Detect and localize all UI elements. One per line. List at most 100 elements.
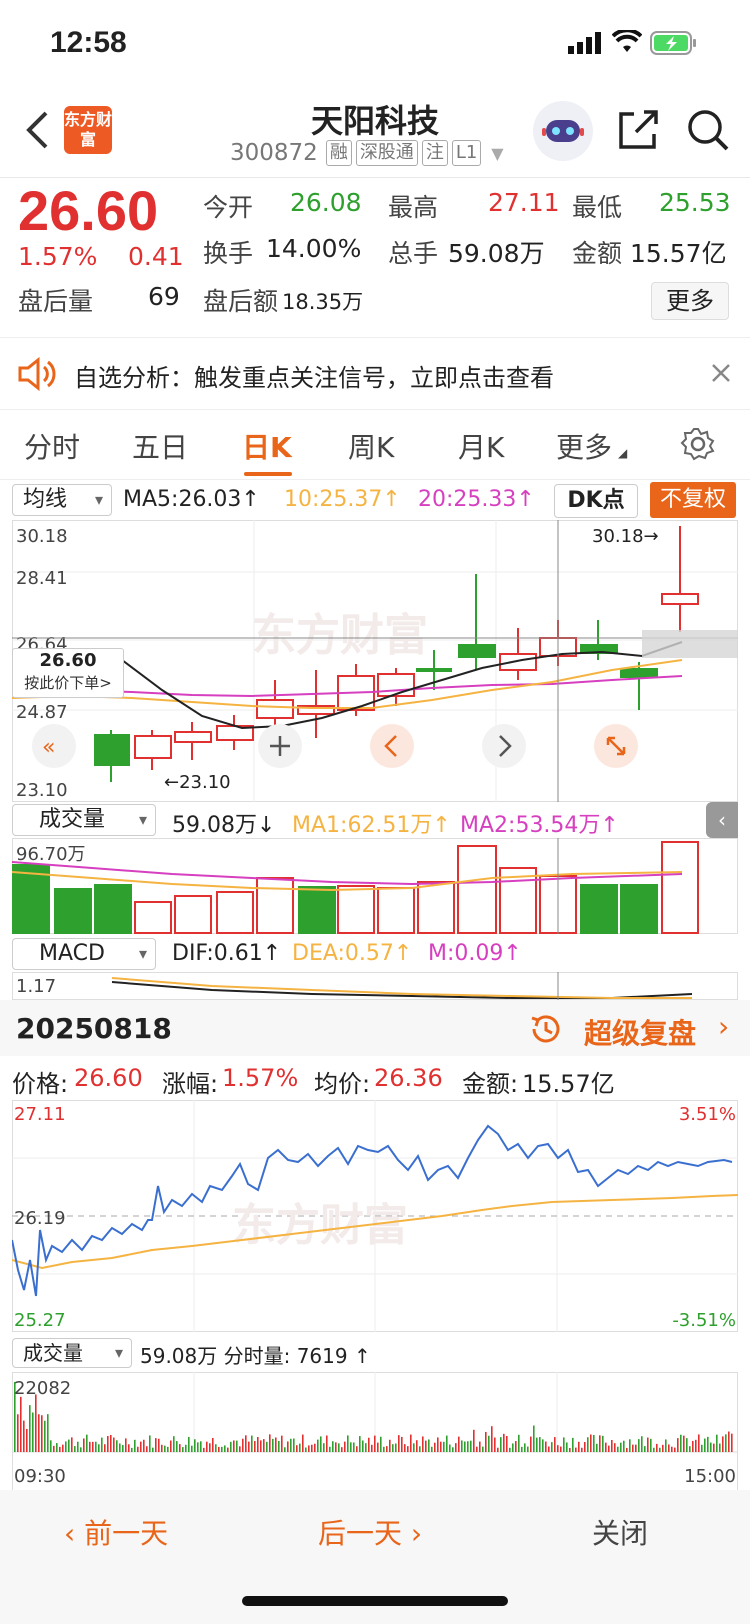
volume-bar: [140, 1441, 142, 1452]
volume-bar: [623, 1440, 625, 1452]
volume-bar: [197, 1442, 199, 1452]
change-percent: 1.57%: [18, 242, 98, 271]
volume-bar: [689, 1446, 691, 1452]
volume-bar: [680, 1434, 682, 1452]
volume-bar: [671, 1446, 673, 1452]
volume-bar: [314, 1443, 316, 1452]
notice-bar[interactable]: 自选分析：触发重点关注信号，立即点击查看: [0, 338, 750, 410]
tab-more[interactable]: 更多: [556, 426, 612, 466]
volume-bar: [728, 1431, 730, 1452]
volume-bar: [503, 1433, 505, 1452]
tag-margin: 融: [325, 140, 352, 166]
volume-bar: [281, 1435, 283, 1452]
robot-assistant-icon[interactable]: [532, 100, 594, 162]
volume-bar: [29, 1405, 31, 1452]
close-button[interactable]: 关闭: [592, 1512, 648, 1552]
next-day-button[interactable]: 后一天 ›: [318, 1512, 422, 1552]
no-adjust-button[interactable]: 不复权: [650, 482, 736, 518]
next-candle-button[interactable]: [482, 724, 526, 768]
order-at-price-tooltip[interactable]: 26.60 按此价下单>: [12, 648, 124, 698]
volume-bar: [470, 1440, 472, 1452]
volume-bar: [332, 1441, 334, 1452]
change-amount: 0.41: [128, 242, 184, 271]
volume-bar: [221, 1446, 223, 1452]
volume-bar: [668, 1444, 670, 1452]
volume-bar: [65, 1441, 67, 1452]
tab-five-day[interactable]: 五日: [132, 426, 188, 466]
candle: [416, 668, 452, 672]
volume-bar: [410, 1434, 412, 1452]
dk-point-button[interactable]: DK点: [554, 484, 638, 518]
volume-bar: [110, 1435, 112, 1452]
candle: [134, 735, 172, 759]
candle: [174, 731, 212, 743]
volume-bar: [605, 1442, 607, 1452]
volume-bar: [656, 1443, 658, 1452]
volume-bar: [287, 1441, 289, 1452]
volume-bar: [125, 1438, 127, 1452]
volume-bar: [449, 1444, 451, 1452]
volume-bar: [209, 1443, 211, 1452]
volume-select[interactable]: 成交量: [12, 804, 156, 836]
tab-week-k[interactable]: 周K: [348, 426, 394, 466]
volume-bar: [188, 1436, 190, 1452]
volume-bar: [254, 1441, 256, 1452]
volume-bar: [518, 1434, 520, 1452]
more-button[interactable]: 更多: [651, 282, 729, 320]
after-amount-label: 盘后额: [203, 287, 279, 316]
after-amount: 18.35万: [282, 290, 364, 314]
chevron-down-icon[interactable]: ▼: [491, 144, 503, 163]
intraday-chart[interactable]: 东方财富 27.11 26.19 25.27 3.51% -3.51%: [12, 1100, 738, 1332]
volume-bar: [107, 1435, 109, 1452]
tab-intraday[interactable]: 分时: [24, 426, 80, 466]
volume-bar: [452, 1447, 454, 1452]
volume-bar: [104, 1444, 106, 1452]
search-icon[interactable]: [686, 108, 730, 152]
volume-bar: [242, 1438, 244, 1452]
volume-bar: [638, 1439, 640, 1452]
chg-label: 涨幅:: [162, 1070, 219, 1098]
volume-bar: [323, 1443, 325, 1452]
high-label: 最高: [388, 193, 439, 222]
candle: [94, 734, 130, 766]
ma-select[interactable]: 均线: [12, 484, 112, 516]
volume-bar: [14, 1382, 16, 1452]
open-value: 26.08: [290, 188, 362, 217]
volume-bar: [329, 1446, 331, 1452]
ma10-legend: 10:25.37↑: [284, 487, 401, 512]
volume-bar: [185, 1444, 187, 1452]
turnover-value: 14.00%: [266, 234, 362, 263]
super-replay-link[interactable]: 超级复盘: [584, 1012, 696, 1052]
amount-label: 金额: [572, 239, 623, 268]
settings-gear-icon[interactable]: [680, 426, 716, 462]
volume-bar: [278, 1440, 280, 1452]
volume-bar: [17, 1414, 19, 1452]
prev-day-button[interactable]: ‹ 前一天: [64, 1512, 168, 1552]
volume-bar: [377, 1442, 379, 1452]
volume-bar: [593, 1434, 595, 1452]
volume-bar: [248, 1441, 250, 1452]
volume-ma2: MA2:53.54万↑: [460, 813, 619, 838]
status-bar: 12:58: [0, 0, 750, 90]
volume-bar: [674, 1447, 676, 1452]
volume-bar: [38, 1414, 40, 1452]
volume-bar: [725, 1434, 727, 1452]
tab-month-k[interactable]: 月K: [458, 426, 504, 466]
tab-day-k[interactable]: 日K: [242, 426, 292, 466]
close-icon[interactable]: [710, 362, 732, 384]
volume-bar: [611, 1439, 613, 1452]
intraday-volume-select[interactable]: 成交量: [12, 1338, 132, 1368]
volume-bar: [443, 1441, 445, 1452]
tooltip-price: 26.60: [39, 650, 97, 671]
volume-bar: [161, 1444, 163, 1452]
volume-bar: [395, 1443, 397, 1452]
kline-y-label-1: 28.41: [16, 568, 68, 589]
volume-bar: [647, 1437, 649, 1452]
volume-bar: [608, 1445, 610, 1452]
share-icon[interactable]: [616, 108, 660, 152]
volume-bar: [305, 1447, 307, 1452]
macd-select[interactable]: MACD: [12, 938, 156, 970]
collapse-panel-button[interactable]: ‹: [706, 802, 738, 838]
volume-bar: [365, 1443, 367, 1452]
prev-candle-button[interactable]: [370, 724, 414, 768]
